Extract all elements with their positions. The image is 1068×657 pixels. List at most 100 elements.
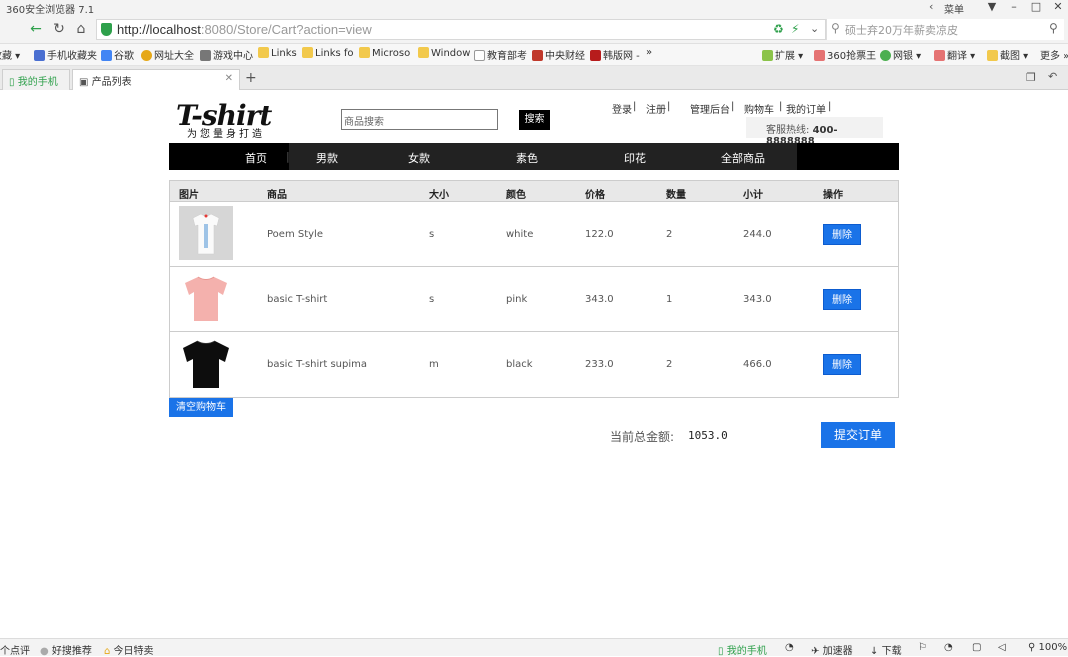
tab-list-icon[interactable]: ❐: [1026, 71, 1036, 84]
chevron-left-icon[interactable]: ‹: [929, 0, 933, 13]
my-orders-link[interactable]: 我的订单: [786, 101, 826, 116]
skin-icon[interactable]: ▼: [982, 0, 1002, 14]
nav-plain[interactable]: 素色: [516, 150, 538, 166]
extensions-item[interactable]: 扩展 ▾: [762, 47, 803, 62]
product-image[interactable]: [179, 206, 233, 260]
cart-link[interactable]: 购物车: [744, 101, 774, 116]
status-daily-deals[interactable]: ⌂ 今日特卖: [104, 642, 154, 657]
nav-women[interactable]: 女款: [408, 150, 430, 166]
bookmark-item[interactable]: 韩版网 -: [590, 47, 640, 62]
bookmark-item[interactable]: 游戏中心: [200, 47, 253, 62]
search-button[interactable]: 搜索: [519, 110, 550, 130]
bookmark-item[interactable]: Links: [258, 47, 297, 59]
home-icon[interactable]: ⌂: [72, 20, 90, 38]
bookmark-item[interactable]: 中央财经: [532, 47, 585, 62]
extension-item[interactable]: 截图 ▾: [987, 47, 1028, 62]
hotline: 客服热线: 400-8888888: [746, 117, 883, 147]
browser-menu[interactable]: 菜单: [944, 1, 964, 16]
divider: |: [633, 101, 637, 112]
register-link[interactable]: 注册: [646, 101, 666, 116]
nav-home[interactable]: 首页: [245, 150, 267, 166]
zoom-icon: ⚲: [1028, 642, 1036, 653]
lightning-icon[interactable]: ⚡: [791, 22, 799, 36]
bookmark-item[interactable]: 手机收藏夹: [34, 47, 97, 62]
product-search-input[interactable]: 商品搜索: [341, 109, 498, 130]
dropdown-icon[interactable]: ⌄: [810, 22, 819, 35]
col-action: 操作: [823, 190, 843, 201]
status-download[interactable]: ↓ 下载: [870, 642, 902, 657]
status-my-phone[interactable]: ▯ 我的手机: [718, 642, 767, 657]
product-image[interactable]: [179, 271, 233, 325]
address-bar[interactable]: http://localhost:8080/Store/Cart?action=…: [96, 19, 826, 40]
extension-item[interactable]: 360抢票王: [814, 47, 876, 62]
more-item[interactable]: 更多 »: [1040, 47, 1068, 62]
login-link[interactable]: 登录: [612, 101, 632, 116]
extension-item[interactable]: 翻译 ▾: [934, 47, 975, 62]
clear-cart-button[interactable]: 清空购物车: [169, 398, 233, 417]
bookmark-item[interactable]: Links fo: [302, 47, 354, 59]
status-accelerator[interactable]: ✈ 加速器: [811, 642, 853, 657]
product-name[interactable]: basic T-shirt supima: [267, 359, 367, 370]
tab-my-phone[interactable]: ▯ 我的手机: [2, 69, 70, 90]
download-icon: ↓: [870, 646, 879, 657]
window-icon[interactable]: ▢: [972, 642, 981, 653]
history-icon[interactable]: ◔: [944, 642, 953, 653]
back-icon[interactable]: ←: [27, 20, 45, 38]
tab-strip: ▯ 我的手机 ▣ 产品列表 ✕ + ❐ ↶: [0, 66, 1068, 90]
new-tab-button[interactable]: +: [245, 70, 257, 86]
col-color: 颜色: [506, 190, 526, 201]
extension-item[interactable]: 网银 ▾: [880, 47, 921, 62]
delete-button[interactable]: 删除: [823, 289, 861, 310]
tab-product-list[interactable]: ▣ 产品列表 ✕: [72, 69, 240, 90]
product-size: s: [429, 229, 435, 240]
close-icon[interactable]: ✕: [1048, 0, 1068, 14]
col-size: 大小: [429, 190, 449, 201]
main-nav: 首页 | 男款 女款 素色 印花 全部商品: [169, 143, 899, 170]
admin-link[interactable]: 管理后台: [690, 101, 730, 116]
bookmark-item[interactable]: Window: [418, 47, 470, 59]
zoom-level[interactable]: ⚲ 100%: [1028, 642, 1067, 653]
refresh-icon[interactable]: ↻: [50, 20, 68, 38]
hotline-label: 客服热线:: [766, 125, 810, 136]
product-name[interactable]: Poem Style: [267, 229, 323, 240]
status-icon[interactable]: ◔: [785, 642, 794, 653]
delete-button[interactable]: 删除: [823, 224, 861, 245]
product-image[interactable]: [179, 336, 233, 390]
site-tagline: 为您量身打造: [187, 129, 265, 140]
bookmark-item[interactable]: 教育部考: [474, 47, 527, 62]
tab-close-icon[interactable]: ✕: [225, 73, 233, 84]
search-go-icon[interactable]: ⚲: [1049, 21, 1058, 35]
nav-all-products[interactable]: 全部商品: [721, 150, 765, 166]
submit-order-button[interactable]: 提交订单: [821, 422, 895, 448]
window-title: 360安全浏览器 7.1: [6, 5, 95, 16]
bookmark-item[interactable]: 收藏 ▾: [0, 47, 20, 62]
product-subtotal: 466.0: [743, 359, 772, 370]
delete-button[interactable]: 删除: [823, 354, 861, 375]
bookmark-item[interactable]: 谷歌: [101, 47, 134, 62]
product-name[interactable]: basic T-shirt: [267, 294, 327, 305]
divider: |: [667, 101, 671, 112]
maximize-icon[interactable]: □: [1026, 0, 1046, 14]
product-color: pink: [506, 294, 528, 305]
browser-search[interactable]: ⚲ 硕士弃20万年薪卖凉皮 ⚲: [826, 19, 1064, 40]
bookmark-item[interactable]: 网址大全: [141, 47, 194, 62]
divider: |: [828, 101, 832, 112]
search-icon: ⚲: [831, 21, 840, 35]
nav-men[interactable]: 男款: [316, 150, 338, 166]
url-text[interactable]: http://localhost:8080/Store/Cart?action=…: [117, 22, 372, 37]
undo-icon[interactable]: ↶: [1048, 70, 1057, 83]
sound-icon[interactable]: ◁: [998, 642, 1006, 653]
recycle-icon[interactable]: ♻: [773, 22, 784, 36]
bookmarks-overflow[interactable]: »: [646, 47, 652, 58]
minimize-icon[interactable]: –: [1004, 0, 1024, 14]
product-size: s: [429, 294, 435, 305]
product-price: 233.0: [585, 359, 614, 370]
nav-print[interactable]: 印花: [624, 150, 646, 166]
col-subtotal: 小计: [743, 190, 763, 201]
status-reviews[interactable]: 个点评: [0, 642, 30, 657]
status-recommend[interactable]: ● 好搜推荐: [40, 642, 92, 657]
bookmark-item[interactable]: Microso: [359, 47, 410, 59]
total-label: 当前总金额:: [610, 430, 675, 444]
flag-icon[interactable]: ⚐: [918, 642, 927, 653]
product-price: 122.0: [585, 229, 614, 240]
